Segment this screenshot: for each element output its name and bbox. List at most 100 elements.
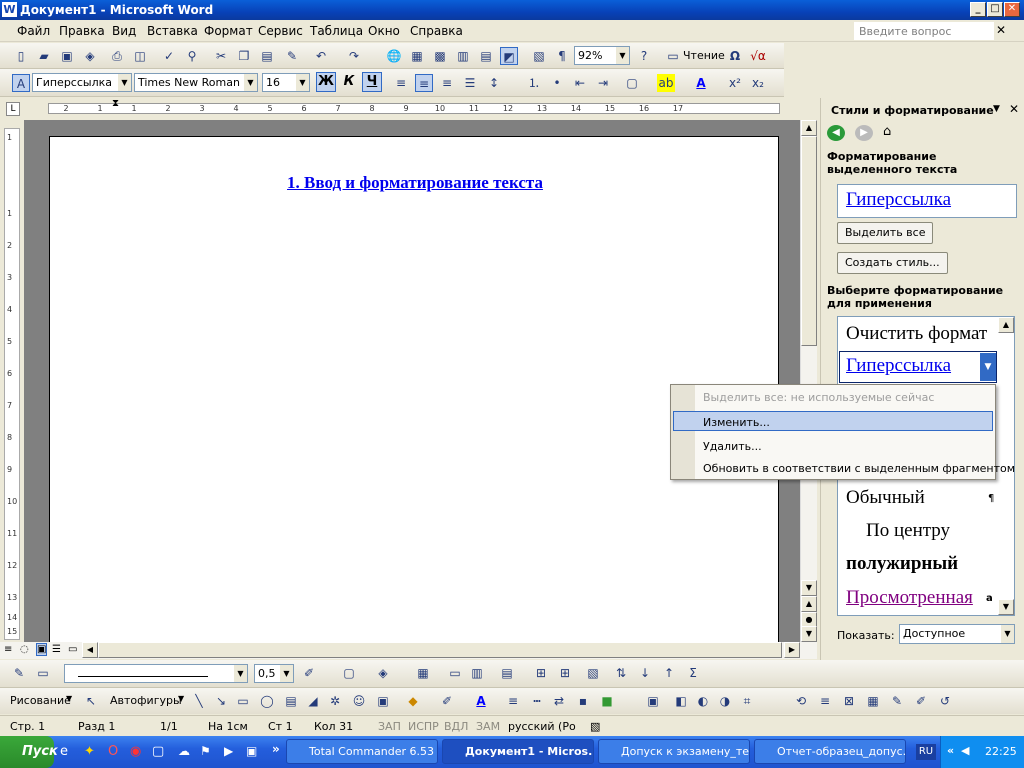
chevron-down-icon[interactable]: ▼ xyxy=(178,694,184,703)
compress-icon[interactable]: ⊠ xyxy=(840,692,858,710)
pane-close-icon[interactable]: ✕ xyxy=(1009,102,1019,116)
status-record[interactable]: ЗАП xyxy=(378,720,401,733)
textbox-icon[interactable]: ▤ xyxy=(282,692,300,710)
style-item-bold[interactable]: полужирный xyxy=(846,553,958,575)
outside-border-icon[interactable]: ▢ xyxy=(340,664,358,682)
print-icon[interactable]: ⎙ xyxy=(108,47,126,65)
bold-button[interactable]: Ж xyxy=(316,72,336,92)
drawing-toggle-icon[interactable]: ◩ xyxy=(500,47,518,65)
merge-cells-icon[interactable]: ▭ xyxy=(446,664,464,682)
help-question-input[interactable]: Введите вопрос xyxy=(854,22,994,40)
desktop-icon[interactable]: ▣ xyxy=(246,744,257,758)
line-icon[interactable]: ╲ xyxy=(190,692,208,710)
diagram-icon[interactable]: ✲ xyxy=(326,692,344,710)
align-right-icon[interactable]: ≡ xyxy=(438,74,456,92)
subscript-icon[interactable]: x₂ xyxy=(749,74,767,92)
menu-table[interactable]: Таблица xyxy=(310,24,363,38)
numbering-icon[interactable]: ⒈ xyxy=(525,74,543,92)
opera-icon[interactable]: O xyxy=(108,744,118,759)
chevron-down-icon[interactable]: ▼ xyxy=(234,665,247,682)
horizontal-scrollbar[interactable]: ≡ ◌ ▣ ☰ ▭ ◀ ▶ xyxy=(0,642,817,659)
autoshapes-menu[interactable]: Автофигуры xyxy=(110,694,182,707)
cut-icon[interactable]: ✂ xyxy=(212,47,230,65)
status-extend[interactable]: ВДЛ xyxy=(444,720,468,733)
open-icon[interactable]: ▰ xyxy=(35,47,53,65)
menu-item-modify[interactable]: Изменить... xyxy=(703,416,770,429)
hscroll-thumb[interactable] xyxy=(98,642,782,658)
more-icon[interactable]: » xyxy=(272,742,280,756)
next-page-icon[interactable]: ▼ xyxy=(801,626,817,642)
research-icon[interactable]: ⚲ xyxy=(183,47,201,65)
font-combo[interactable]: Times New Roman ▼ xyxy=(134,73,258,92)
menu-window[interactable]: Окно xyxy=(368,24,400,38)
spelling-icon[interactable]: ✓ xyxy=(160,47,178,65)
shading-icon[interactable]: ◈ xyxy=(374,664,392,682)
vertical-scrollbar[interactable]: ▲ ▼ ▲ ● ▼ xyxy=(800,120,817,642)
format-painter-icon[interactable]: ✎ xyxy=(283,47,301,65)
distribute-rows-icon[interactable]: ⊞ xyxy=(532,664,550,682)
style-item-hyperlink[interactable]: Гиперссылка xyxy=(846,355,951,377)
task-word-doc1[interactable]: Документ1 - Micros... xyxy=(442,739,594,764)
equation-icon[interactable]: √α xyxy=(749,47,767,65)
insert-picture2-icon[interactable]: ▣ xyxy=(644,692,662,710)
read-icon[interactable]: ▭ xyxy=(664,47,682,65)
start-button[interactable]: Пуск xyxy=(0,736,58,768)
media-icon[interactable]: ▶ xyxy=(224,744,233,758)
chevron-down-icon[interactable]: ▼ xyxy=(616,47,629,64)
word-app-icon[interactable]: W xyxy=(2,2,17,17)
selected-style-box[interactable]: Гиперссылка xyxy=(837,184,1017,218)
columns-icon[interactable]: ▤ xyxy=(477,47,495,65)
show-hide-icon[interactable]: ¶ xyxy=(553,47,571,65)
line-spacing-icon[interactable]: ↕ xyxy=(485,74,503,92)
forward-icon[interactable]: ▶ xyxy=(855,125,873,141)
scroll-right-icon[interactable]: ▶ xyxy=(784,642,800,658)
draw-table-icon[interactable]: ✎ xyxy=(10,664,28,682)
document-map-icon[interactable]: ▧ xyxy=(530,47,548,65)
insert-excel-icon[interactable]: ▥ xyxy=(454,47,472,65)
scroll-down-icon[interactable]: ▼ xyxy=(801,580,817,596)
justify-icon[interactable]: ☰ xyxy=(461,74,479,92)
tray-expand-icon[interactable]: « xyxy=(947,744,954,757)
dash-style-icon[interactable]: ┅ xyxy=(528,692,546,710)
align-left-icon[interactable]: ≡ xyxy=(392,74,410,92)
align-center-icon[interactable]: ≡ xyxy=(415,74,433,92)
chevron-down-icon[interactable]: ▼ xyxy=(1001,625,1014,643)
new-style-button[interactable]: Создать стиль... xyxy=(837,252,948,274)
chevron-down-icon[interactable]: ▼ xyxy=(118,74,131,91)
prev-page-icon[interactable]: ▲ xyxy=(801,596,817,612)
line-weight-combo[interactable]: 0,5 ▼ xyxy=(254,664,294,683)
read-button[interactable]: Чтение xyxy=(683,49,725,62)
style-item-center[interactable]: По центру xyxy=(866,520,950,542)
ie-icon[interactable]: e xyxy=(60,744,68,759)
superscript-icon[interactable]: x² xyxy=(726,74,744,92)
style-item-clear[interactable]: Очистить формат xyxy=(846,323,987,345)
spelling-status-icon[interactable]: ▧ xyxy=(590,720,600,733)
distribute-cols-icon[interactable]: ⊞ xyxy=(556,664,574,682)
outline-view-icon[interactable]: ☰ xyxy=(52,644,61,655)
split-cells-icon[interactable]: ▥ xyxy=(468,664,486,682)
undo-icon[interactable]: ↶ xyxy=(312,47,330,65)
permission-icon[interactable]: ◈ xyxy=(81,47,99,65)
list-scroll-up-icon[interactable]: ▲ xyxy=(998,317,1014,333)
hyperlink-icon[interactable]: 🌐 xyxy=(385,47,403,65)
chevron-down-icon[interactable]: ▼ xyxy=(244,74,257,91)
line-style-icon[interactable]: ≡ xyxy=(504,692,522,710)
brightness-icon[interactable]: ◑ xyxy=(716,692,734,710)
clock[interactable]: 22:25 xyxy=(985,745,1017,758)
list-scroll-down-icon[interactable]: ▼ xyxy=(998,599,1014,615)
status-track[interactable]: ИСПР xyxy=(408,720,439,733)
sort-asc-icon[interactable]: ↓ xyxy=(636,664,654,682)
text-direction-icon[interactable]: ⇅ xyxy=(612,664,630,682)
style-item-visited[interactable]: Просмотренная xyxy=(846,587,973,609)
language-indicator[interactable]: RU xyxy=(916,744,936,760)
task-total-commander[interactable]: Total Commander 6.53 ... xyxy=(286,739,438,764)
symbol-icon[interactable]: Ω xyxy=(726,47,744,65)
font-color-icon[interactable]: A xyxy=(692,74,710,92)
menu-help[interactable]: Справка xyxy=(410,24,463,38)
line-style-combo[interactable]: ▼ xyxy=(64,664,248,683)
save-icon[interactable]: ▣ xyxy=(58,47,76,65)
print-layout-icon[interactable]: ▣ xyxy=(36,643,48,656)
decrease-indent-icon[interactable]: ⇤ xyxy=(571,74,589,92)
line-color-icon[interactable]: ✐ xyxy=(438,692,456,710)
styles-pane-icon[interactable]: A xyxy=(12,74,30,92)
